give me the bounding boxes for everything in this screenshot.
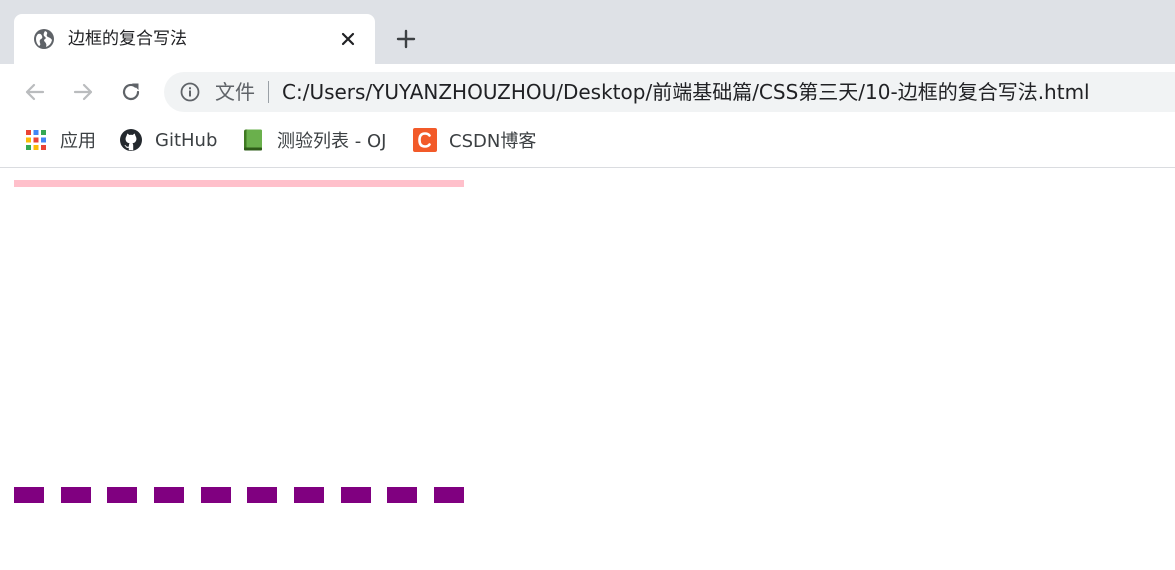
solid-border-box	[14, 180, 464, 187]
green-book-icon	[244, 129, 262, 151]
browser-window: 边框的复合写法 文件 C:/Users/YUYANZHOUZHOU/Deskto…	[0, 0, 1175, 570]
bookmark-label: CSDN博客	[449, 131, 537, 152]
apps-grid-icon	[26, 130, 46, 150]
csdn-icon	[413, 128, 437, 152]
bookmarks-bar: 应用 GitHub 测验列表 - OJ CSDN博客	[0, 120, 1175, 168]
back-arrow-icon[interactable]	[21, 78, 49, 106]
reload-icon[interactable]	[117, 78, 145, 106]
bookmark-label: GitHub	[155, 129, 218, 151]
bookmark-label: 应用	[60, 131, 96, 152]
bookmark-label: 测验列表 - OJ	[277, 131, 387, 152]
url-text[interactable]: C:/Users/YUYANZHOUZHOU/Desktop/前端基础篇/CSS…	[282, 80, 1090, 104]
tab-title: 边框的复合写法	[68, 29, 187, 49]
new-tab-icon[interactable]	[394, 27, 418, 51]
dashed-border-box	[14, 487, 464, 503]
bookmark-github[interactable]: GitHub	[119, 120, 217, 160]
bookmark-apps[interactable]: 应用	[24, 120, 96, 160]
scheme-label: 文件	[215, 80, 255, 104]
close-icon[interactable]	[338, 29, 358, 49]
address-bar[interactable]: 文件 C:/Users/YUYANZHOUZHOU/Desktop/前端基础篇/…	[164, 72, 1175, 112]
bookmark-csdn[interactable]: CSDN博客	[413, 120, 536, 160]
forward-arrow-icon[interactable]	[69, 78, 97, 106]
info-icon[interactable]	[180, 82, 200, 102]
toolbar: 文件 C:/Users/YUYANZHOUZHOU/Desktop/前端基础篇/…	[0, 64, 1175, 120]
divider	[268, 81, 269, 103]
tab-strip: 边框的复合写法	[0, 0, 1175, 64]
active-tab[interactable]: 边框的复合写法	[14, 14, 375, 64]
page-content	[0, 168, 1175, 570]
globe-icon	[34, 29, 54, 49]
github-icon	[120, 129, 142, 151]
bookmark-oj-quiz-list[interactable]: 测验列表 - OJ	[241, 120, 386, 160]
